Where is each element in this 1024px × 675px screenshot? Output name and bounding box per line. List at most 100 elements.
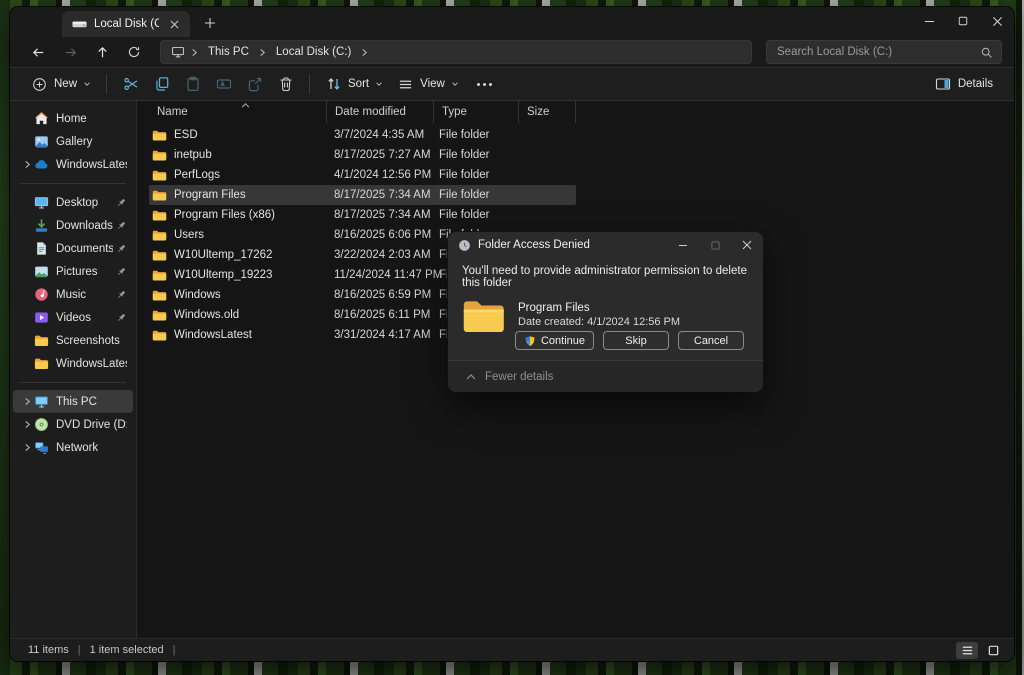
file-name: ESD: [174, 129, 198, 141]
pictures-icon: [34, 264, 49, 279]
refresh-button[interactable]: [120, 40, 148, 64]
date-modified: 3/31/2024 4:17 AM: [327, 329, 434, 341]
view-button[interactable]: View: [390, 71, 466, 98]
chevron-right-icon[interactable]: [21, 397, 34, 406]
chevron-up-icon: [466, 374, 476, 380]
breadcrumb-this-pc[interactable]: This PC: [204, 45, 253, 59]
delete-button[interactable]: [270, 71, 301, 98]
sidebar-item-videos[interactable]: Videos: [13, 306, 133, 329]
sidebar-item-label: WindowsLatest: [56, 358, 127, 370]
dialog-buttons: Continue Skip Cancel: [515, 331, 744, 350]
date-modified: 8/16/2025 6:11 PM: [327, 309, 434, 321]
navigation-sidebar: HomeGalleryWindowsLatest - Pe DesktopDown…: [10, 101, 137, 638]
sidebar-divider: [20, 382, 126, 383]
status-bar: 11 items | 1 item selected |: [10, 638, 1014, 661]
search-icon[interactable]: [980, 46, 993, 59]
tab-close-icon[interactable]: [166, 16, 182, 32]
details-pane-button[interactable]: Details: [928, 71, 1000, 98]
table-row[interactable]: PerfLogs4/1/2024 12:56 PMFile folder: [149, 165, 576, 185]
sidebar-item-label: DVD Drive (D:) CCC: [56, 419, 127, 431]
back-button[interactable]: [24, 40, 52, 64]
column-header-date-modified[interactable]: Date modified: [327, 101, 434, 123]
sidebar-item-network[interactable]: Network: [13, 436, 133, 459]
dialog-title: Folder Access Denied: [478, 239, 667, 251]
dialog-maximize-button[interactable]: [699, 235, 731, 255]
table-row[interactable]: ESD3/7/2024 4:35 AMFile folder: [149, 125, 576, 145]
cut-button[interactable]: [115, 71, 146, 98]
date-modified: 8/17/2025 7:34 AM: [327, 189, 434, 201]
sidebar-item-label: Screenshots: [56, 335, 127, 347]
command-toolbar: New: [10, 67, 1014, 101]
search-input[interactable]: [777, 46, 980, 58]
folder-icon: [152, 229, 167, 242]
new-tab-button[interactable]: [198, 11, 222, 35]
chevron-right-icon: [259, 48, 266, 57]
file-type: File folder: [434, 189, 519, 201]
sidebar-divider: [20, 183, 126, 184]
dialog-close-button[interactable]: [731, 235, 763, 255]
skip-button[interactable]: Skip: [603, 331, 669, 350]
continue-button[interactable]: Continue: [515, 331, 594, 350]
sidebar-item-downloads[interactable]: Downloads: [13, 214, 133, 237]
address-bar: This PC Local Disk (C:): [10, 37, 1014, 67]
dialog-minimize-button[interactable]: [667, 235, 699, 255]
sidebar-item-desktop[interactable]: Desktop: [13, 191, 133, 214]
breadcrumb[interactable]: This PC Local Disk (C:): [160, 40, 752, 64]
sidebar-item-this-pc[interactable]: This PC: [13, 390, 133, 413]
fewer-details-toggle[interactable]: Fewer details: [448, 360, 763, 392]
sidebar-item-music[interactable]: Music: [13, 283, 133, 306]
sidebar-item-home[interactable]: Home: [13, 107, 133, 130]
sidebar-item-documents[interactable]: Documents: [13, 237, 133, 260]
file-name: Windows: [174, 289, 221, 301]
pin-icon: [115, 312, 127, 324]
sort-button[interactable]: Sort: [318, 71, 390, 98]
maximize-button[interactable]: [946, 7, 980, 35]
new-button[interactable]: New: [24, 71, 98, 98]
rename-button[interactable]: [208, 71, 239, 98]
details-view-toggle[interactable]: [956, 642, 978, 659]
table-row[interactable]: Program Files 8/17/2025 7:34 AMFile folde…: [149, 185, 576, 205]
column-header-name[interactable]: Name: [149, 101, 327, 123]
minimize-button[interactable]: [912, 7, 946, 35]
sidebar-item-dvd-drive-d-ccc[interactable]: DVD Drive (D:) CCC: [13, 413, 133, 436]
access-denied-icon: [458, 239, 471, 252]
column-header-label: Type: [442, 106, 467, 118]
skip-button-label: Skip: [625, 335, 646, 347]
folder-icon: [152, 269, 167, 282]
large-icons-view-toggle[interactable]: [982, 642, 1004, 659]
column-header-type[interactable]: Type: [434, 101, 519, 123]
file-explorer-window: Local Disk (C:): [10, 7, 1014, 661]
column-header-size[interactable]: Size: [519, 101, 576, 123]
sidebar-item-windowslatest[interactable]: WindowsLatest: [13, 352, 133, 375]
forward-button[interactable]: [56, 40, 84, 64]
chevron-right-icon: [361, 48, 368, 57]
file-type: File folder: [434, 209, 519, 221]
table-row[interactable]: Program Files (x86)8/17/2025 7:34 AMFile…: [149, 205, 576, 225]
cancel-button[interactable]: Cancel: [678, 331, 744, 350]
file-name: WindowsLatest: [174, 329, 252, 341]
up-button[interactable]: [88, 40, 116, 64]
close-button[interactable]: [980, 7, 1014, 35]
table-row[interactable]: inetpub8/17/2025 7:27 AMFile folder: [149, 145, 576, 165]
sidebar-item-screenshots[interactable]: Screenshots: [13, 329, 133, 352]
breadcrumb-local-disk-c[interactable]: Local Disk (C:): [272, 45, 355, 59]
folder-icon: [34, 333, 49, 348]
sidebar-item-pictures[interactable]: Pictures: [13, 260, 133, 283]
tab-local-disk-c[interactable]: Local Disk (C:): [62, 11, 190, 37]
folder-icon: [152, 149, 167, 162]
share-button[interactable]: [239, 71, 270, 98]
paste-button[interactable]: [177, 71, 208, 98]
copy-button[interactable]: [146, 71, 177, 98]
thispc-icon: [34, 394, 49, 409]
chevron-right-icon[interactable]: [21, 443, 34, 452]
file-name: Program Files: [174, 189, 246, 201]
toolbar-separator: [106, 74, 107, 94]
network-icon: [34, 440, 49, 455]
more-options-button[interactable]: [466, 78, 503, 91]
chevron-right-icon[interactable]: [21, 420, 34, 429]
folder-icon: [152, 289, 167, 302]
sidebar-item-windowslatest-pe[interactable]: WindowsLatest - Pe: [13, 153, 133, 176]
details-pane-icon: [935, 76, 952, 93]
sidebar-item-gallery[interactable]: Gallery: [13, 130, 133, 153]
chevron-right-icon[interactable]: [21, 160, 34, 169]
